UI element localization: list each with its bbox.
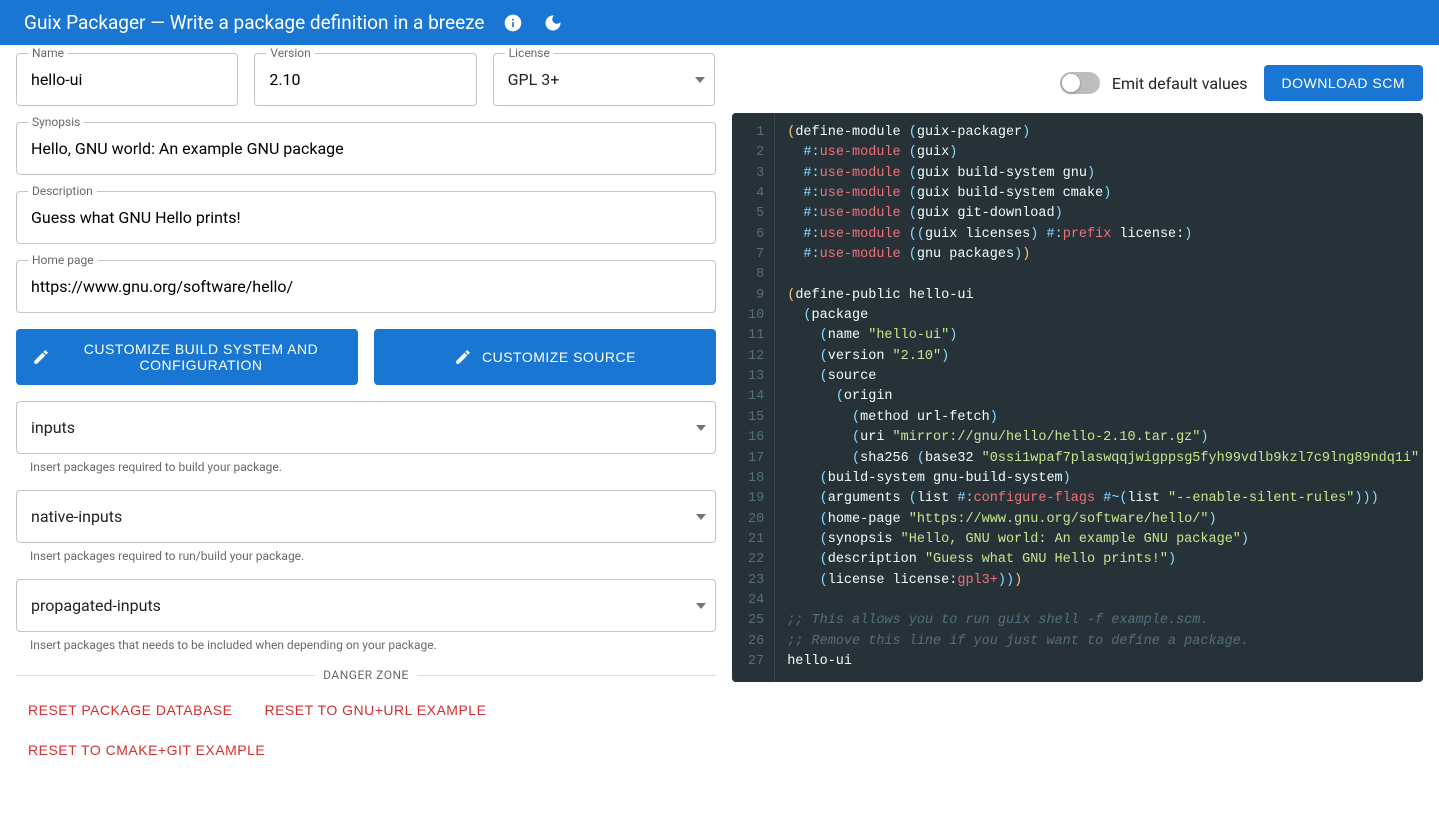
license-select[interactable]: GPL 3+ <box>493 53 715 106</box>
edit-icon <box>454 348 472 366</box>
customize-build-label: CUSTOMIZE BUILD SYSTEM AND CONFIGURATION <box>60 341 342 373</box>
reset-gnu-button[interactable]: RESET TO GNU+URL EXAMPLE <box>252 694 498 726</box>
danger-divider: DANGER ZONE <box>16 668 716 682</box>
version-field: Version <box>254 53 476 106</box>
license-label: License <box>505 46 554 60</box>
customize-build-button[interactable]: CUSTOMIZE BUILD SYSTEM AND CONFIGURATION <box>16 329 358 385</box>
homepage-input[interactable] <box>16 260 716 313</box>
propagated-inputs-select[interactable]: propagated-inputs <box>16 579 716 632</box>
download-button[interactable]: DOWNLOAD SCM <box>1264 65 1423 101</box>
inputs-helper: Insert packages required to build your p… <box>16 460 716 474</box>
version-label: Version <box>266 46 314 60</box>
danger-zone-label: DANGER ZONE <box>323 668 409 682</box>
output-header: Emit default values DOWNLOAD SCM <box>732 53 1423 113</box>
synopsis-field: Synopsis <box>16 122 716 175</box>
code-editor[interactable]: 1234567891011121314151617181920212223242… <box>732 113 1423 682</box>
description-label: Description <box>28 184 97 198</box>
reset-cmake-button[interactable]: RESET TO CMAKE+GIT EXAMPLE <box>16 734 277 766</box>
inputs-field: inputs <box>16 401 716 454</box>
customize-source-label: CUSTOMIZE SOURCE <box>482 349 636 365</box>
name-field: Name <box>16 53 238 106</box>
customize-source-button[interactable]: CUSTOMIZE SOURCE <box>374 329 716 385</box>
dark-mode-icon[interactable] <box>541 11 565 35</box>
edit-icon <box>32 348 50 366</box>
app-bar: Guix Packager — Write a package definiti… <box>0 0 1439 45</box>
name-label: Name <box>28 46 68 60</box>
description-input[interactable] <box>16 191 716 244</box>
form-panel: Name Version License GPL 3+ Synopsis <box>16 53 716 766</box>
synopsis-label: Synopsis <box>28 115 84 129</box>
version-input[interactable] <box>254 53 476 106</box>
info-icon[interactable] <box>501 11 525 35</box>
license-field: License GPL 3+ <box>493 53 715 106</box>
emit-default-toggle: Emit default values <box>1060 72 1248 94</box>
emit-default-switch[interactable] <box>1060 72 1100 94</box>
native-inputs-field: native-inputs <box>16 490 716 543</box>
name-input[interactable] <box>16 53 238 106</box>
line-numbers: 1234567891011121314151617181920212223242… <box>732 113 775 682</box>
inputs-select[interactable]: inputs <box>16 401 716 454</box>
propagated-inputs-helper: Insert packages that needs to be include… <box>16 638 716 652</box>
synopsis-input[interactable] <box>16 122 716 175</box>
homepage-field: Home page <box>16 260 716 313</box>
app-title: Guix Packager — Write a package definiti… <box>24 11 485 34</box>
native-inputs-helper: Insert packages required to run/build yo… <box>16 549 716 563</box>
code-content: (define-module (guix-packager) #:use-mod… <box>775 113 1423 682</box>
native-inputs-select[interactable]: native-inputs <box>16 490 716 543</box>
propagated-inputs-field: propagated-inputs <box>16 579 716 632</box>
main-container: Name Version License GPL 3+ Synopsis <box>0 45 1439 782</box>
description-field: Description <box>16 191 716 244</box>
homepage-label: Home page <box>28 253 98 267</box>
output-panel: Emit default values DOWNLOAD SCM 1234567… <box>732 53 1423 766</box>
reset-db-button[interactable]: RESET PACKAGE DATABASE <box>16 694 244 726</box>
emit-default-label: Emit default values <box>1112 74 1248 93</box>
